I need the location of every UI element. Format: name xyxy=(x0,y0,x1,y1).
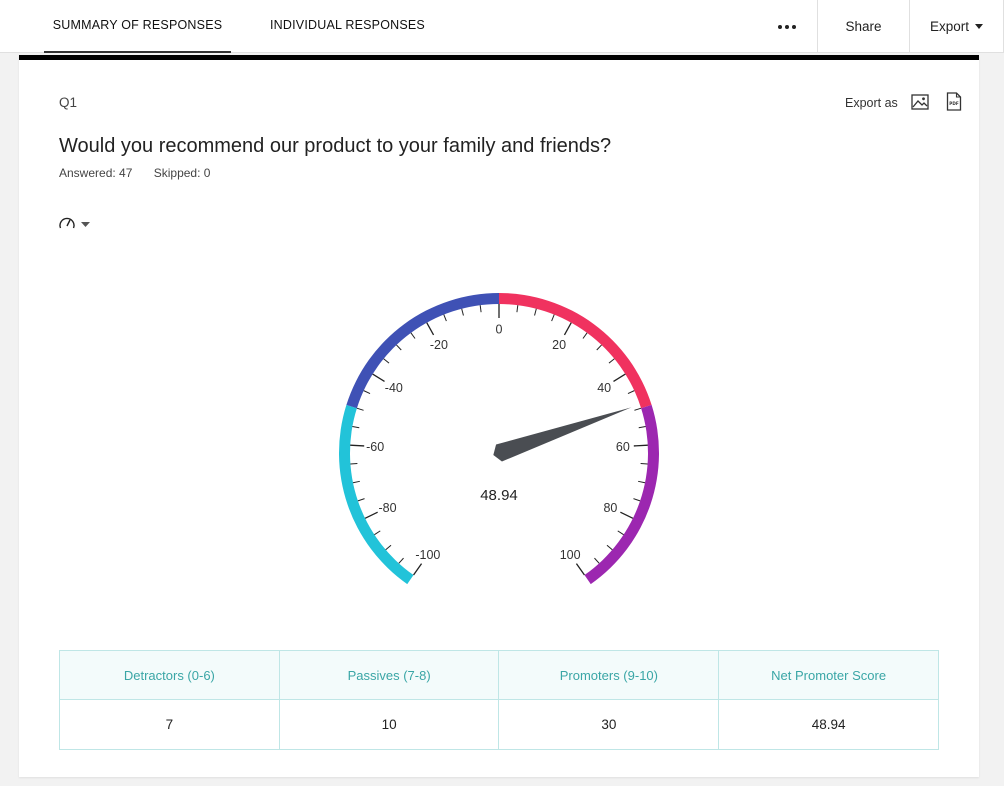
skipped-count: Skipped: 0 xyxy=(153,166,211,180)
more-dot xyxy=(785,24,789,29)
gauge-tick-label: 100 xyxy=(560,548,581,562)
passives-value: 10 xyxy=(278,699,500,750)
major-tick xyxy=(364,511,378,519)
minor-tick xyxy=(352,425,360,429)
minor-tick xyxy=(638,480,646,484)
major-tick xyxy=(372,373,385,383)
header-detractors: Detractors (0-6) xyxy=(59,650,280,700)
gauge-band-0 xyxy=(339,404,414,585)
gauge-tick-label: 80 xyxy=(603,501,617,515)
gauge-tick-label: -20 xyxy=(430,338,448,352)
top-nav-bar: SUMMARY OF RESPONSES INDIVIDUAL RESPONSE… xyxy=(0,0,1004,53)
caret-down-icon xyxy=(975,24,984,29)
detractors-value: 7 xyxy=(59,699,280,750)
minor-tick xyxy=(534,308,537,316)
minor-tick xyxy=(383,358,390,364)
minor-tick xyxy=(350,463,358,465)
nps-gauge-chart: -100 -80 -60 -40 -20 0 20 40 60 80 100 48.94 xyxy=(339,293,659,585)
major-tick xyxy=(426,322,435,336)
minor-tick xyxy=(582,332,588,339)
gauge-icon xyxy=(59,217,75,229)
gauge-tick-label: 60 xyxy=(616,440,630,454)
minor-tick xyxy=(352,480,360,484)
minor-tick xyxy=(633,498,641,502)
question-title: Would you recommend our product to your … xyxy=(59,135,612,157)
minor-tick xyxy=(398,557,404,564)
pdf-icon[interactable]: PDF xyxy=(946,92,962,111)
table-header-row: Detractors (0-6) Passives (7-8) Promoter… xyxy=(59,650,939,700)
gauge-tick-label: -60 xyxy=(366,440,384,454)
question-card: Q1 Export as PDF Would you recommend our… xyxy=(19,55,979,777)
gauge-band-2 xyxy=(499,293,652,409)
gauge-tick-label: 20 xyxy=(552,338,566,352)
major-tick xyxy=(350,444,365,447)
minor-tick xyxy=(363,390,371,395)
top-actions: Share Export xyxy=(757,0,1004,53)
header-promoters: Promoters (9-10) xyxy=(498,650,720,700)
minor-tick xyxy=(443,314,447,322)
minor-tick xyxy=(385,544,392,551)
question-number: Q1 xyxy=(59,95,78,110)
promoters-value: 30 xyxy=(498,699,720,750)
major-tick xyxy=(633,444,648,447)
more-options-button[interactable] xyxy=(757,0,817,53)
minor-tick xyxy=(594,557,600,564)
table-row: 7 10 30 48.94 xyxy=(59,699,939,750)
minor-tick xyxy=(617,530,624,536)
chevron-down-icon xyxy=(81,222,90,227)
nps-value: 48.94 xyxy=(718,699,939,750)
tab-individual-responses[interactable]: INDIVIDUAL RESPONSES xyxy=(270,0,425,53)
minor-tick xyxy=(608,358,615,364)
export-as-label: Export as xyxy=(845,96,898,110)
minor-tick xyxy=(640,463,648,465)
svg-text:PDF: PDF xyxy=(949,101,959,106)
gauge-tick-label: -100 xyxy=(415,548,440,562)
gauge-band-3 xyxy=(584,404,659,585)
response-stats: Answered: 47 Skipped: 0 xyxy=(59,166,228,180)
share-button[interactable]: Share xyxy=(817,0,909,53)
major-tick xyxy=(613,373,626,383)
minor-tick xyxy=(516,305,519,313)
minor-tick xyxy=(479,305,482,313)
answered-count: Answered: 47 xyxy=(59,166,133,180)
minor-tick xyxy=(551,314,555,322)
gauge-tick-label: 0 xyxy=(496,323,503,337)
header-passives: Passives (7-8) xyxy=(278,650,500,700)
chart-type-dropdown[interactable] xyxy=(59,214,95,230)
export-button[interactable]: Export xyxy=(909,0,1004,53)
minor-tick xyxy=(410,332,416,339)
gauge-tick-label: 40 xyxy=(597,381,611,395)
minor-tick xyxy=(374,530,381,536)
header-nps: Net Promoter Score xyxy=(718,650,939,700)
tab-summary-of-responses[interactable]: SUMMARY OF RESPONSES xyxy=(44,0,231,53)
gauge-tick-label: -40 xyxy=(385,381,403,395)
major-tick xyxy=(413,563,423,576)
minor-tick xyxy=(638,425,646,429)
image-icon[interactable] xyxy=(911,94,929,110)
minor-tick xyxy=(606,544,613,551)
minor-tick xyxy=(357,498,365,502)
more-horizontal-icon xyxy=(778,24,782,29)
more-dot xyxy=(792,24,796,29)
minor-tick xyxy=(596,344,602,351)
gauge-tick-label: -80 xyxy=(379,501,397,515)
nps-summary-table: Detractors (0-6) Passives (7-8) Promoter… xyxy=(59,650,939,750)
gauge-band-1 xyxy=(346,293,499,409)
minor-tick xyxy=(356,407,364,411)
gauge-needle xyxy=(493,407,632,462)
minor-tick xyxy=(461,308,464,316)
gauge-value-label: 48.94 xyxy=(480,487,518,504)
minor-tick xyxy=(634,407,642,411)
minor-tick xyxy=(627,390,635,395)
minor-tick xyxy=(396,344,402,351)
major-tick xyxy=(620,511,634,519)
export-label: Export xyxy=(929,19,970,34)
major-tick xyxy=(563,322,572,336)
major-tick xyxy=(575,563,585,576)
